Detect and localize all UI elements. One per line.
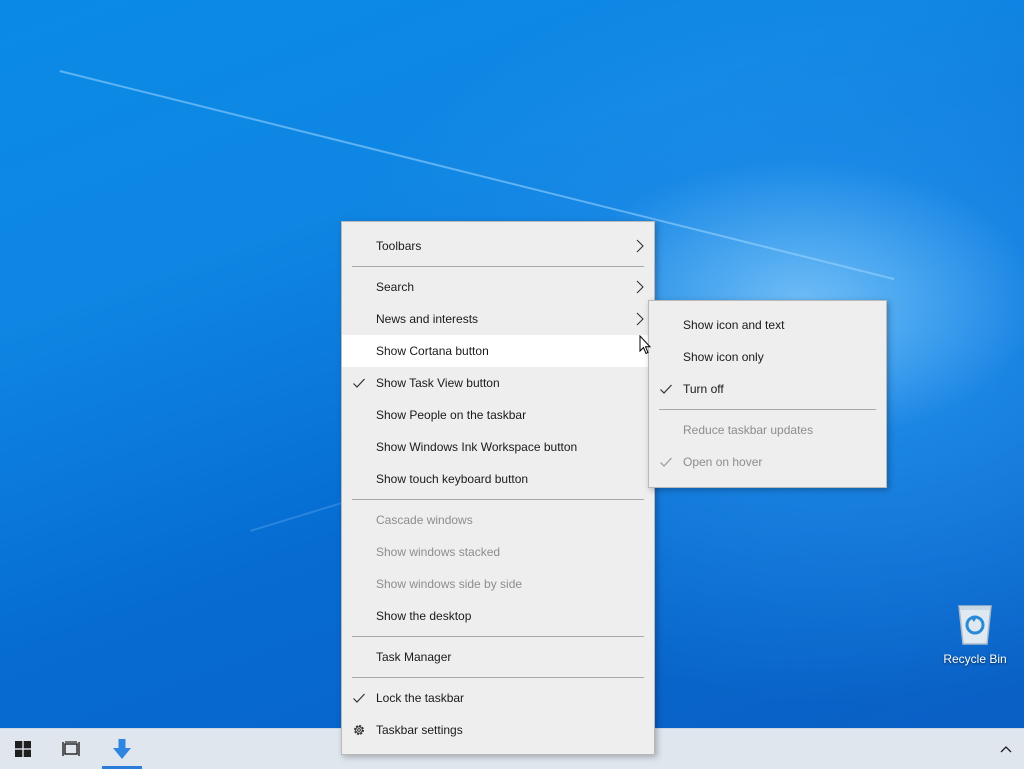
menu-item-label: Taskbar settings [376,723,463,737]
recycle-bin-label: Recycle Bin [943,652,1007,666]
menu-separator [352,266,644,267]
menu-item-show-task-view[interactable]: Show Task View button [342,367,654,399]
menu-item-label: Cascade windows [376,513,473,527]
recycle-bin-icon [958,605,992,645]
menu-item-label: Show the desktop [376,609,472,623]
submenu-item-show-icon-and-text[interactable]: Show icon and text [649,309,886,341]
menu-item-search[interactable]: Search [342,271,654,303]
checkmark-icon [660,384,672,394]
recycle-bin-shortcut[interactable]: Recycle Bin [936,600,1014,666]
menu-item-label: Lock the taskbar [376,691,465,705]
menu-item-label: Show Cortana button [376,344,489,358]
menu-item-label: Toolbars [376,239,422,253]
menu-item-show-windows-stacked: Show windows stacked [342,536,654,568]
menu-separator [352,499,644,500]
menu-separator [659,409,876,410]
download-arrow-icon [113,739,131,759]
menu-item-label: Show windows side by side [376,577,523,591]
menu-item-show-touch-keyboard[interactable]: Show touch keyboard button [342,463,654,495]
menu-item-news-and-interests[interactable]: News and interests [342,303,654,335]
menu-item-label: News and interests [376,312,479,326]
menu-item-label: Show windows stacked [376,545,501,559]
chevron-up-icon [1000,746,1012,753]
submenu-item-reduce-updates: Reduce taskbar updates [649,414,886,446]
menu-item-show-people[interactable]: Show People on the taskbar [342,399,654,431]
start-button[interactable] [0,729,46,769]
menu-item-task-manager[interactable]: Task Manager [342,641,654,673]
mouse-pointer-icon [639,335,651,355]
menu-item-label: Task Manager [376,650,452,664]
gear-icon [354,725,364,735]
checkmark-icon [353,693,365,703]
chevron-right-icon [636,280,644,294]
menu-item-toolbars[interactable]: Toolbars [342,230,654,262]
menu-item-label: Show Windows Ink Workspace button [376,440,578,454]
menu-separator [352,677,644,678]
menu-item-show-cortana[interactable]: Show Cortana button [342,335,654,367]
menu-item-label: Reduce taskbar updates [683,423,814,437]
menu-separator [352,636,644,637]
menu-item-show-desktop[interactable]: Show the desktop [342,600,654,632]
windows-logo-icon [15,741,31,757]
menu-item-cascade-windows: Cascade windows [342,504,654,536]
news-and-interests-submenu: Show icon and text Show icon only Turn o… [648,300,887,488]
menu-item-label: Search [376,280,415,294]
pinned-app-button[interactable] [100,729,144,769]
submenu-item-turn-off[interactable]: Turn off [649,373,886,405]
menu-item-label: Show People on the taskbar [376,408,527,422]
show-hidden-icons-button[interactable] [996,739,1016,759]
menu-item-label: Show touch keyboard button [376,472,529,486]
submenu-item-show-icon-only[interactable]: Show icon only [649,341,886,373]
menu-item-label: Show Task View button [376,376,500,390]
menu-item-label: Show icon and text [683,318,785,332]
chevron-right-icon [636,312,644,326]
task-view-icon [62,741,80,756]
task-view-button[interactable] [48,729,94,769]
checkmark-icon [660,457,672,467]
chevron-right-icon [636,239,644,253]
menu-item-show-ink-workspace[interactable]: Show Windows Ink Workspace button [342,431,654,463]
menu-item-show-side-by-side: Show windows side by side [342,568,654,600]
submenu-item-open-on-hover: Open on hover [649,446,886,478]
checkmark-icon [353,378,365,388]
menu-item-label: Turn off [683,382,724,396]
menu-item-label: Open on hover [683,455,763,469]
menu-item-label: Show icon only [683,350,764,364]
menu-item-taskbar-settings[interactable]: Taskbar settings [342,714,654,746]
menu-item-lock-taskbar[interactable]: Lock the taskbar [342,682,654,714]
taskbar-context-menu: Toolbars Search News and interests Show … [341,221,655,755]
